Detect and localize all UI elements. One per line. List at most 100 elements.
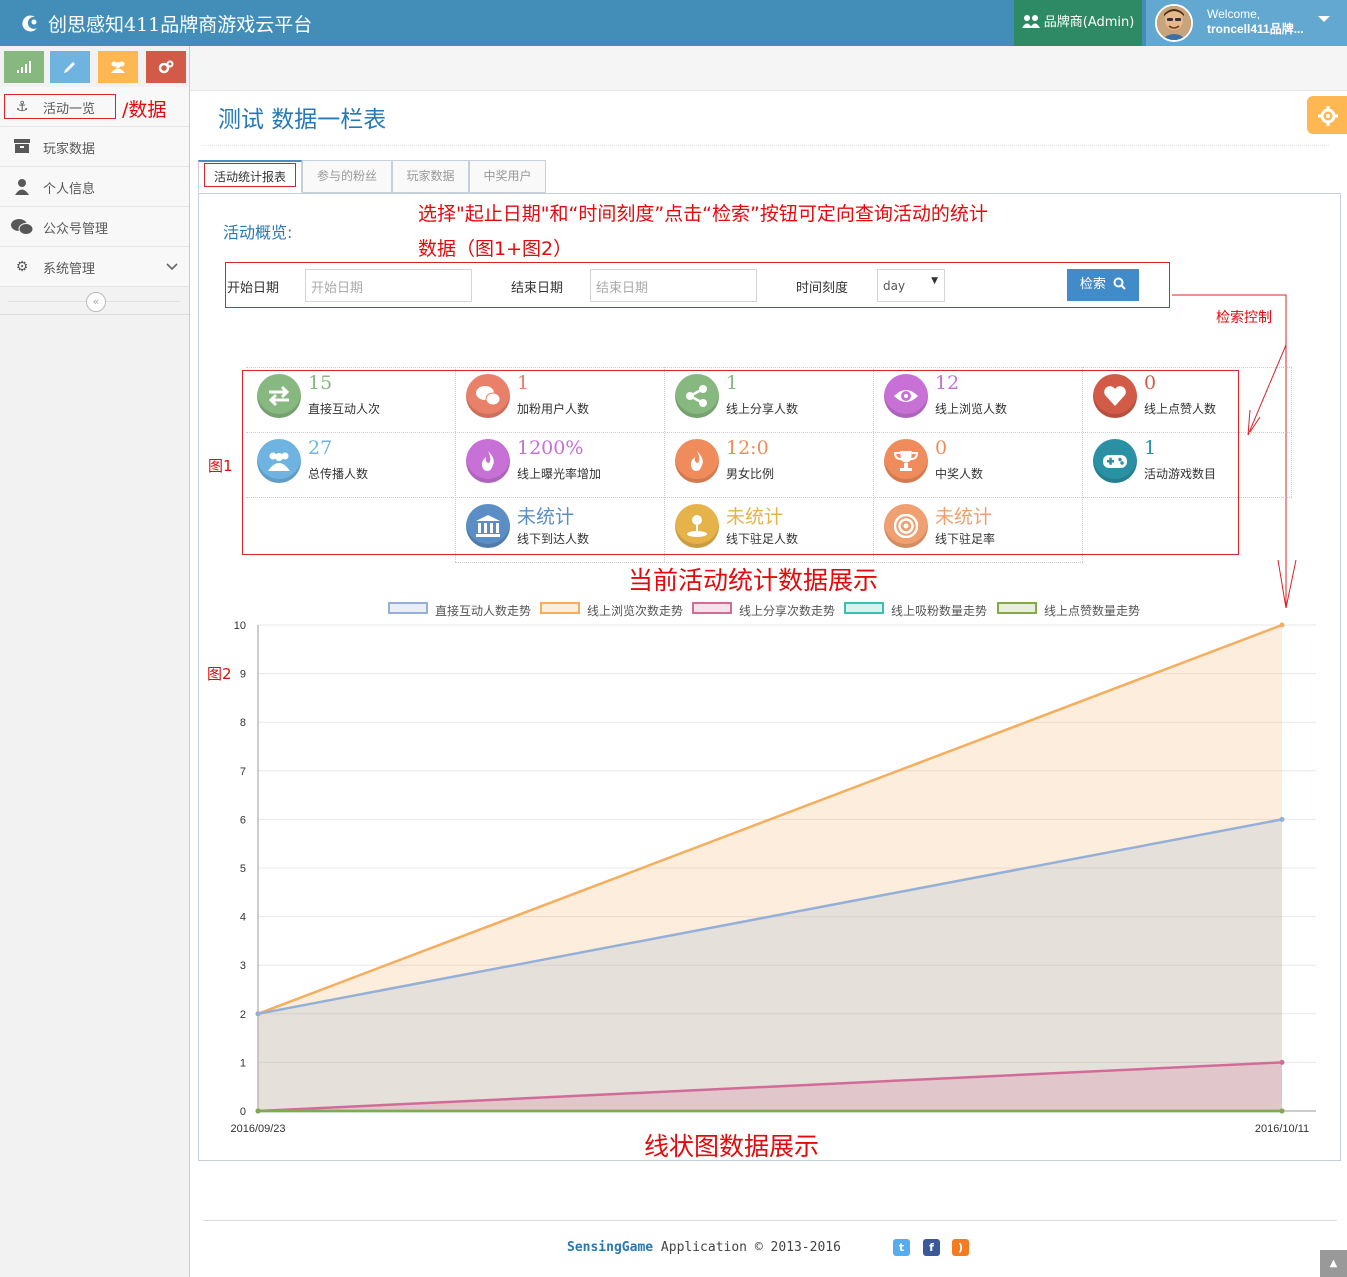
search-button[interactable]: 检索 (1067, 269, 1139, 301)
heart-icon (1093, 374, 1137, 418)
stat-label: 线下到达人数 (517, 532, 590, 546)
stat-card: 15 直接互动人次 (246, 367, 455, 432)
annotation-box (204, 163, 296, 187)
user-menu[interactable]: Welcome, troncell411品牌... (1146, 0, 1347, 46)
stat-value: 1 (726, 372, 739, 394)
legend-label[interactable]: 直接互动人数走势 (435, 602, 531, 619)
time-scale-label: 时间刻度 (796, 281, 849, 296)
share-icon (675, 374, 719, 418)
stat-value: 15 (308, 372, 333, 394)
role-menu[interactable]: 品牌商(Admin) (1014, 0, 1142, 46)
end-date-input[interactable]: 结束日期 (590, 269, 757, 302)
pencil-icon (64, 62, 75, 73)
caret-down-icon (1318, 16, 1330, 22)
stat-value: 12:0 (726, 437, 769, 459)
stat-label: 线上分享人数 (726, 402, 799, 416)
twitter-icon[interactable]: t (893, 1239, 910, 1256)
legend-swatch[interactable] (692, 602, 732, 614)
exchange-icon (257, 374, 301, 418)
stat-card: 12:0 男女比例 (664, 432, 873, 497)
end-date-label: 结束日期 (511, 281, 564, 296)
annotation-chart-caption: 线状图数据展示 (644, 1132, 820, 1161)
footer-brand: SensingGame (567, 1240, 654, 1255)
time-scale-select[interactable]: day ▼ (877, 269, 945, 302)
username: troncell411品牌... (1207, 22, 1304, 36)
users-shortcut-button[interactable] (98, 51, 138, 83)
tab-fans[interactable]: 参与的粉丝 (302, 160, 392, 193)
stat-card: 未统计 线下驻足率 (873, 497, 1082, 562)
eye-icon (884, 374, 928, 418)
stat-card: 0 中奖人数 (873, 432, 1082, 497)
legend-label[interactable]: 线上吸粉数量走势 (891, 602, 987, 619)
welcome-text: Welcome, troncell411品牌... (1207, 7, 1304, 37)
tab-label: 中奖用户 (483, 169, 532, 183)
stat-card: 0 线上点赞人数 (1082, 367, 1291, 432)
stat-card: 1200% 线上曝光率增加 (455, 432, 664, 497)
search-icon (1113, 277, 1126, 290)
annotation-fig2: 图2 (207, 665, 232, 683)
fire-icon (675, 439, 719, 483)
grid-line (1291, 367, 1292, 497)
stats-shortcut-button[interactable] (4, 51, 44, 83)
settings-shortcut-button[interactable] (146, 51, 186, 83)
sidebar-collapse-button[interactable]: « (86, 292, 106, 312)
sidebar-item-official-accounts[interactable]: 公众号管理 (0, 207, 189, 247)
tab-player-data[interactable]: 玩家数据 (392, 160, 469, 193)
edit-shortcut-button[interactable] (50, 51, 90, 83)
stat-label: 线下驻足率 (935, 532, 996, 546)
legend-label[interactable]: 线上浏览次数走势 (587, 602, 683, 619)
role-label: 品牌商(Admin) (1043, 15, 1135, 30)
start-date-input[interactable]: 开始日期 (305, 269, 472, 302)
user-pin-icon (675, 504, 719, 548)
archive-icon (14, 139, 30, 155)
cog-icon: ⚙ (15, 259, 29, 275)
sidebar-bottom-divider (0, 314, 189, 315)
stat-label: 直接互动人次 (308, 402, 381, 416)
breadcrumbs-bar (190, 46, 1347, 91)
rss-icon[interactable]: ) (952, 1239, 969, 1256)
sidebar-item-label: 系统管理 (43, 262, 96, 277)
sidebar-item-label: 个人信息 (43, 182, 96, 197)
brand-title: 创思感知411品牌商游戏云平台 (48, 14, 313, 36)
stat-value: 27 (308, 437, 333, 459)
group-icon (111, 61, 125, 73)
title-divider (203, 145, 1329, 146)
legend-swatch[interactable] (844, 602, 884, 614)
cog-icon (1318, 106, 1338, 126)
stat-value: 0 (1144, 372, 1157, 394)
legend-label[interactable]: 线上分享次数走势 (739, 602, 835, 619)
scroll-to-top-button[interactable]: ▲ (1320, 1250, 1347, 1277)
brand[interactable]: 创思感知411品牌商游戏云平台 (20, 10, 312, 37)
stat-value: 1200% (517, 437, 584, 459)
footer-divider (203, 1220, 1337, 1221)
sidebar-item-label: 玩家数据 (43, 142, 96, 157)
time-scale-value: day (883, 279, 906, 293)
legend-swatch[interactable] (997, 602, 1037, 614)
legend-swatch[interactable] (388, 602, 428, 614)
legend-label[interactable]: 线上点赞数量走势 (1044, 602, 1140, 619)
top-navbar: 创思感知411品牌商游戏云平台 品牌商(Admin) Welcome, tron… (0, 0, 1347, 46)
overview-label: 活动概览: (223, 223, 293, 242)
stat-card: 1 线上分享人数 (664, 367, 873, 432)
stat-card: 未统计 线下到达人数 (455, 497, 664, 562)
fire-icon (466, 439, 510, 483)
bank-icon (466, 504, 510, 548)
stat-label: 线上浏览人数 (935, 402, 1008, 416)
stat-label: 线上点赞人数 (1144, 402, 1217, 416)
legend-swatch[interactable] (540, 602, 580, 614)
sidebar-item-player-data[interactable]: 玩家数据 (0, 127, 189, 167)
caret-down-icon: ▼ (931, 276, 938, 286)
facebook-icon[interactable]: f (923, 1239, 940, 1256)
stat-card: 未统计 线下驻足人数 (664, 497, 873, 562)
annotation-stats-caption: 当前活动统计数据展示 (628, 566, 879, 595)
sidebar-item-system[interactable]: ⚙ 系统管理 (0, 247, 189, 287)
signal-icon (17, 61, 31, 73)
stat-value: 未统计 (517, 506, 575, 528)
sidebar-item-profile[interactable]: 个人信息 (0, 167, 189, 207)
annotation-fig1: 图1 (208, 457, 233, 475)
annotation-instruction: 选择"起止日期"和“时间刻度”点击“检索”按钮可定向查询活动的统计 (418, 203, 988, 225)
stat-card: 1 活动游戏数目 (1082, 432, 1291, 497)
stat-label: 总传播人数 (308, 467, 369, 481)
ace-settings-button[interactable] (1307, 96, 1347, 134)
tab-winners[interactable]: 中奖用户 (469, 160, 546, 193)
